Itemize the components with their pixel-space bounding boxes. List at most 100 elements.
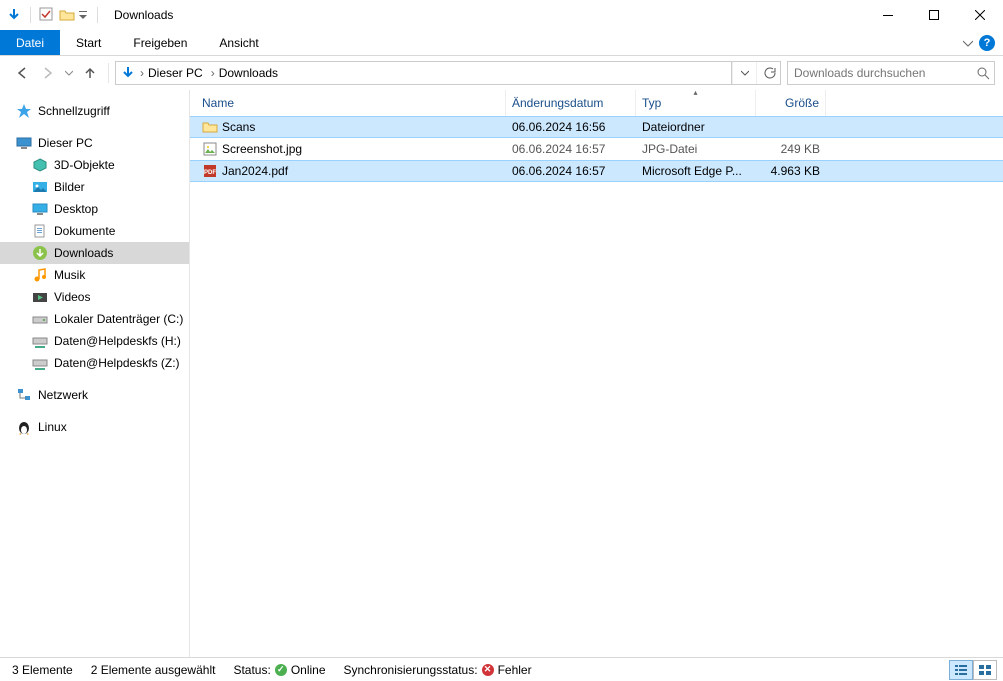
- address-dropdown-icon[interactable]: [732, 62, 756, 84]
- tree-label: 3D-Objekte: [54, 158, 115, 172]
- column-headers: Name Änderungsdatum Typ▴ Größe: [190, 90, 1003, 116]
- tab-view[interactable]: Ansicht: [203, 30, 274, 55]
- tree-linux[interactable]: Linux: [0, 416, 189, 438]
- close-button[interactable]: [957, 0, 1003, 30]
- star-icon: [16, 103, 32, 119]
- tree-label: Dieser PC: [38, 136, 93, 150]
- separator: [97, 7, 98, 23]
- maximize-button[interactable]: [911, 0, 957, 30]
- up-button[interactable]: [78, 61, 102, 85]
- tree-label: Videos: [54, 290, 90, 304]
- search-box[interactable]: [787, 61, 995, 85]
- pc-icon: [16, 135, 32, 151]
- ribbon-tabs: Datei Start Freigeben Ansicht ?: [0, 30, 1003, 56]
- network-icon: [16, 387, 32, 403]
- svg-text:PDF: PDF: [204, 170, 216, 176]
- cube-icon: [32, 157, 48, 173]
- tree-item-cube[interactable]: 3D-Objekte: [0, 154, 189, 176]
- search-input[interactable]: [792, 65, 976, 81]
- tree-label: Bilder: [54, 180, 85, 194]
- help-icon[interactable]: ?: [979, 35, 995, 51]
- folder-icon[interactable]: [59, 7, 75, 23]
- quick-access-toolbar: Downloads: [0, 0, 173, 30]
- docs-icon: [32, 223, 48, 239]
- netdrive-icon: [32, 355, 48, 371]
- file-row[interactable]: Scans06.06.2024 16:56Dateiordner: [190, 116, 1003, 138]
- file-name: Screenshot.jpg: [222, 142, 302, 156]
- qat-dropdown-icon[interactable]: [79, 7, 89, 23]
- tree-item-netdrive[interactable]: Daten@Helpdeskfs (Z:): [0, 352, 189, 374]
- back-button[interactable]: [10, 61, 34, 85]
- tree-item-downloads[interactable]: Downloads: [0, 242, 189, 264]
- file-row[interactable]: PDF Jan2024.pdf 06.06.2024 16:57Microsoft …: [190, 160, 1003, 182]
- music-icon: [32, 267, 48, 283]
- separator: [30, 7, 31, 23]
- breadcrumb-text: Downloads: [219, 66, 278, 80]
- title-bar: Downloads: [0, 0, 1003, 30]
- status-bar: 3 Elemente 2 Elemente ausgewählt Status:…: [0, 657, 1003, 681]
- netdrive-icon: [32, 333, 48, 349]
- downloads-icon: [32, 245, 48, 261]
- file-type: Microsoft Edge P...: [636, 164, 756, 178]
- tree-item-music[interactable]: Musik: [0, 264, 189, 286]
- refresh-button[interactable]: [756, 62, 780, 84]
- tree-item-docs[interactable]: Dokumente: [0, 220, 189, 242]
- tree-this-pc[interactable]: Dieser PC: [0, 132, 189, 154]
- file-size: 249 KB: [756, 142, 826, 156]
- breadcrumb-root[interactable]: › Dieser PC: [136, 66, 207, 80]
- view-details-button[interactable]: [949, 660, 973, 680]
- status-error-icon: ✕: [482, 664, 494, 676]
- column-name[interactable]: Name: [196, 90, 506, 116]
- breadcrumb-current[interactable]: › Downloads: [207, 66, 282, 80]
- tree-item-pictures[interactable]: Bilder: [0, 176, 189, 198]
- file-size: 4.963 KB: [756, 164, 826, 178]
- file-list: Name Änderungsdatum Typ▴ Größe Scans06.0…: [190, 90, 1003, 657]
- tree-label: Daten@Helpdeskfs (H:): [54, 334, 181, 348]
- tree-network[interactable]: Netzwerk: [0, 384, 189, 406]
- navigation-row: › Dieser PC › Downloads: [0, 56, 1003, 90]
- videos-icon: [32, 289, 48, 305]
- tree-item-videos[interactable]: Videos: [0, 286, 189, 308]
- checkbox-icon[interactable]: [39, 7, 55, 23]
- tab-start[interactable]: Start: [60, 30, 117, 55]
- status-selected: 2 Elemente ausgewählt: [91, 663, 216, 677]
- drive-icon: [32, 311, 48, 327]
- window-title: Downloads: [114, 8, 173, 22]
- chevron-right-icon: ›: [211, 66, 215, 80]
- file-type: JPG-Datei: [636, 142, 756, 156]
- file-name: Scans: [222, 120, 255, 134]
- recent-dropdown-icon[interactable]: [62, 61, 76, 85]
- tab-share[interactable]: Freigeben: [117, 30, 203, 55]
- file-date: 06.06.2024 16:57: [506, 164, 636, 178]
- ribbon-expand-icon[interactable]: [963, 38, 973, 48]
- tree-label: Schnellzugriff: [38, 104, 110, 118]
- file-name: Jan2024.pdf: [222, 164, 288, 178]
- tree-label: Linux: [38, 420, 67, 434]
- download-arrow-icon[interactable]: [6, 7, 22, 23]
- column-date[interactable]: Änderungsdatum: [506, 90, 636, 116]
- file-type: Dateiordner: [636, 120, 756, 134]
- column-type[interactable]: Typ▴: [636, 90, 756, 116]
- sort-indicator-icon: ▴: [693, 88, 697, 97]
- tab-file[interactable]: Datei: [0, 30, 60, 55]
- file-row[interactable]: Screenshot.jpg06.06.2024 16:57JPG-Datei2…: [190, 138, 1003, 160]
- image-icon: [202, 141, 218, 157]
- tree-item-drive[interactable]: Lokaler Datenträger (C:): [0, 308, 189, 330]
- chevron-right-icon: ›: [140, 66, 144, 80]
- column-size[interactable]: Größe: [756, 90, 826, 116]
- navigation-pane: Schnellzugriff Dieser PC 3D-Objekte Bilde…: [0, 90, 190, 657]
- tree-item-desktop[interactable]: Desktop: [0, 198, 189, 220]
- status-online: Status: ✓ Online: [233, 663, 325, 677]
- tree-quick-access[interactable]: Schnellzugriff: [0, 100, 189, 122]
- breadcrumb-text: Dieser PC: [148, 66, 203, 80]
- address-bar[interactable]: › Dieser PC › Downloads: [115, 61, 781, 85]
- forward-button[interactable]: [36, 61, 60, 85]
- pictures-icon: [32, 179, 48, 195]
- linux-icon: [16, 419, 32, 435]
- minimize-button[interactable]: [865, 0, 911, 30]
- tree-item-netdrive[interactable]: Daten@Helpdeskfs (H:): [0, 330, 189, 352]
- desktop-icon: [32, 201, 48, 217]
- view-icons-button[interactable]: [973, 660, 997, 680]
- search-icon[interactable]: [976, 66, 990, 80]
- tree-label: Musik: [54, 268, 85, 282]
